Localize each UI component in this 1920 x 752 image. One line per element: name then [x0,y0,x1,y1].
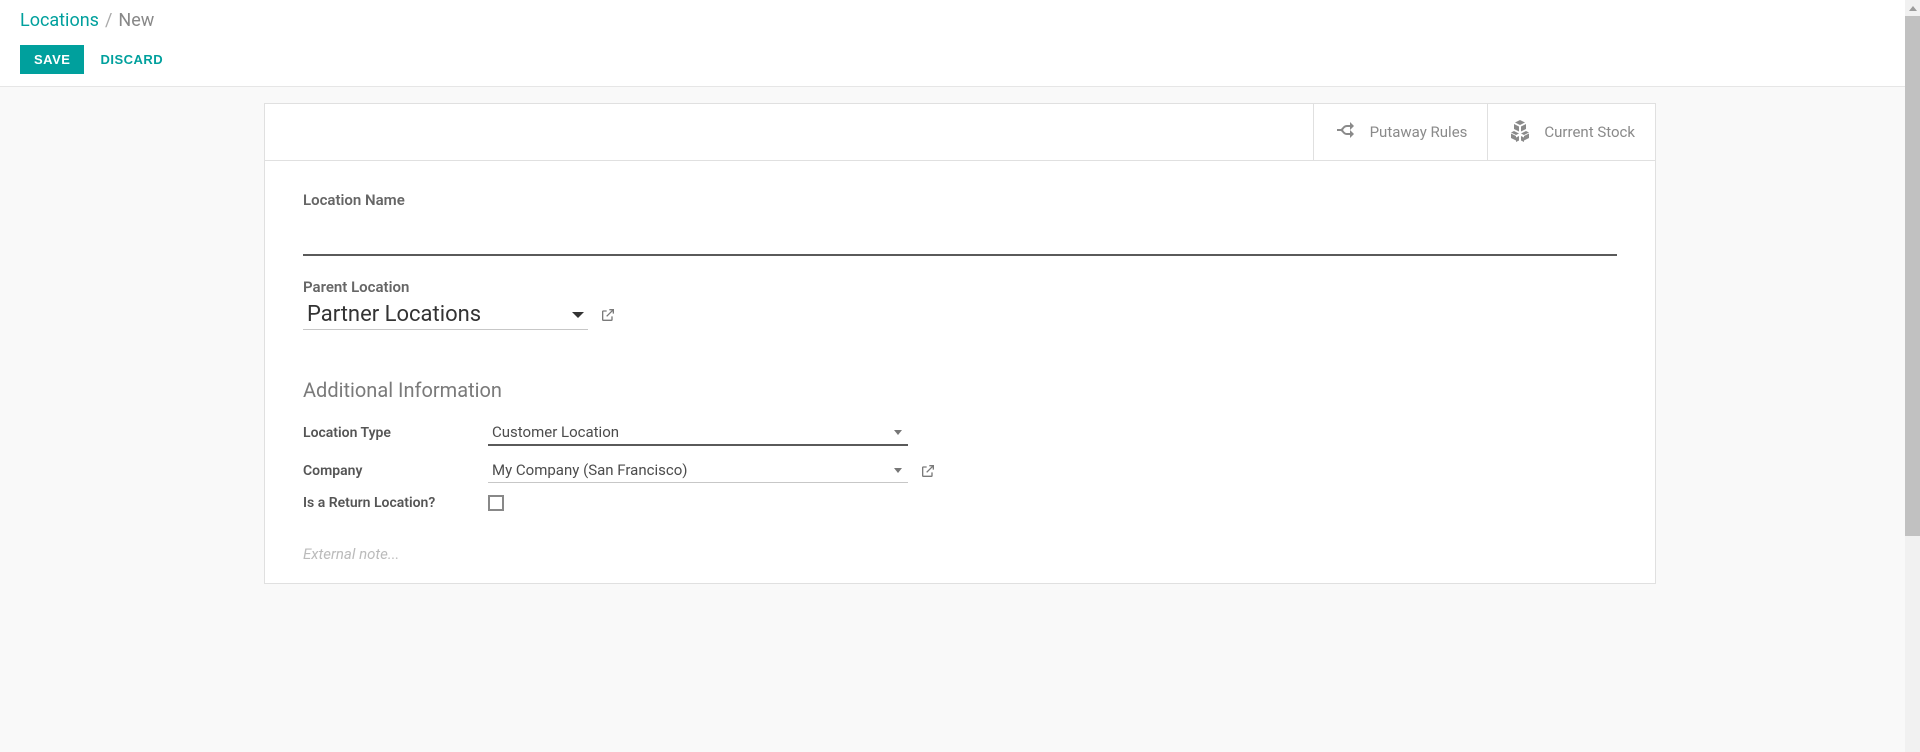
is-return-label: Is a Return Location? [303,495,488,511]
caret-down-icon [894,430,902,435]
breadcrumb-current: New [118,10,154,31]
parent-location-select[interactable]: Partner Locations [303,300,588,330]
scroll-thumb[interactable] [1905,16,1920,536]
location-name-label: Location Name [303,191,1617,209]
company-label: Company [303,463,488,479]
form-sheet: Putaway Rules Current Stock Location Nam… [264,103,1656,584]
shuffle-icon [1334,118,1358,146]
stat-buttons-row: Putaway Rules Current Stock [265,104,1655,161]
current-stock-button[interactable]: Current Stock [1487,104,1655,160]
parent-location-value: Partner Locations [307,302,481,327]
action-buttons: SAVE DISCARD [20,45,1900,74]
putaway-rules-button[interactable]: Putaway Rules [1313,104,1488,160]
external-note-placeholder: External note... [303,545,399,563]
is-return-checkbox[interactable] [488,495,504,511]
location-type-value: Customer Location [492,423,619,441]
parent-location-label: Parent Location [303,278,1617,296]
additional-information-title: Additional Information [303,378,1617,402]
current-stock-label: Current Stock [1544,123,1635,141]
external-note-input[interactable]: External note... [303,545,1617,563]
discard-button[interactable]: DISCARD [100,52,163,67]
location-type-select[interactable]: Customer Location [488,420,908,446]
company-value: My Company (San Francisco) [492,461,687,479]
caret-down-icon [894,468,902,473]
breadcrumb-separator: / [105,10,112,31]
putaway-rules-label: Putaway Rules [1370,123,1468,141]
caret-down-icon [572,312,584,318]
location-type-label: Location Type [303,425,488,441]
vertical-scrollbar[interactable] [1905,0,1920,752]
save-button[interactable]: SAVE [20,45,84,74]
location-name-input[interactable] [303,215,1617,256]
boxes-icon [1508,118,1532,146]
header-bar: Locations / New SAVE DISCARD [0,0,1920,87]
breadcrumb-locations-link[interactable]: Locations [20,10,99,31]
parent-location-external-link[interactable] [600,307,616,323]
company-select[interactable]: My Company (San Francisco) [488,458,908,483]
scroll-up-arrow-icon[interactable] [1905,0,1920,16]
breadcrumb: Locations / New [20,10,1900,31]
company-external-link[interactable] [920,463,936,479]
